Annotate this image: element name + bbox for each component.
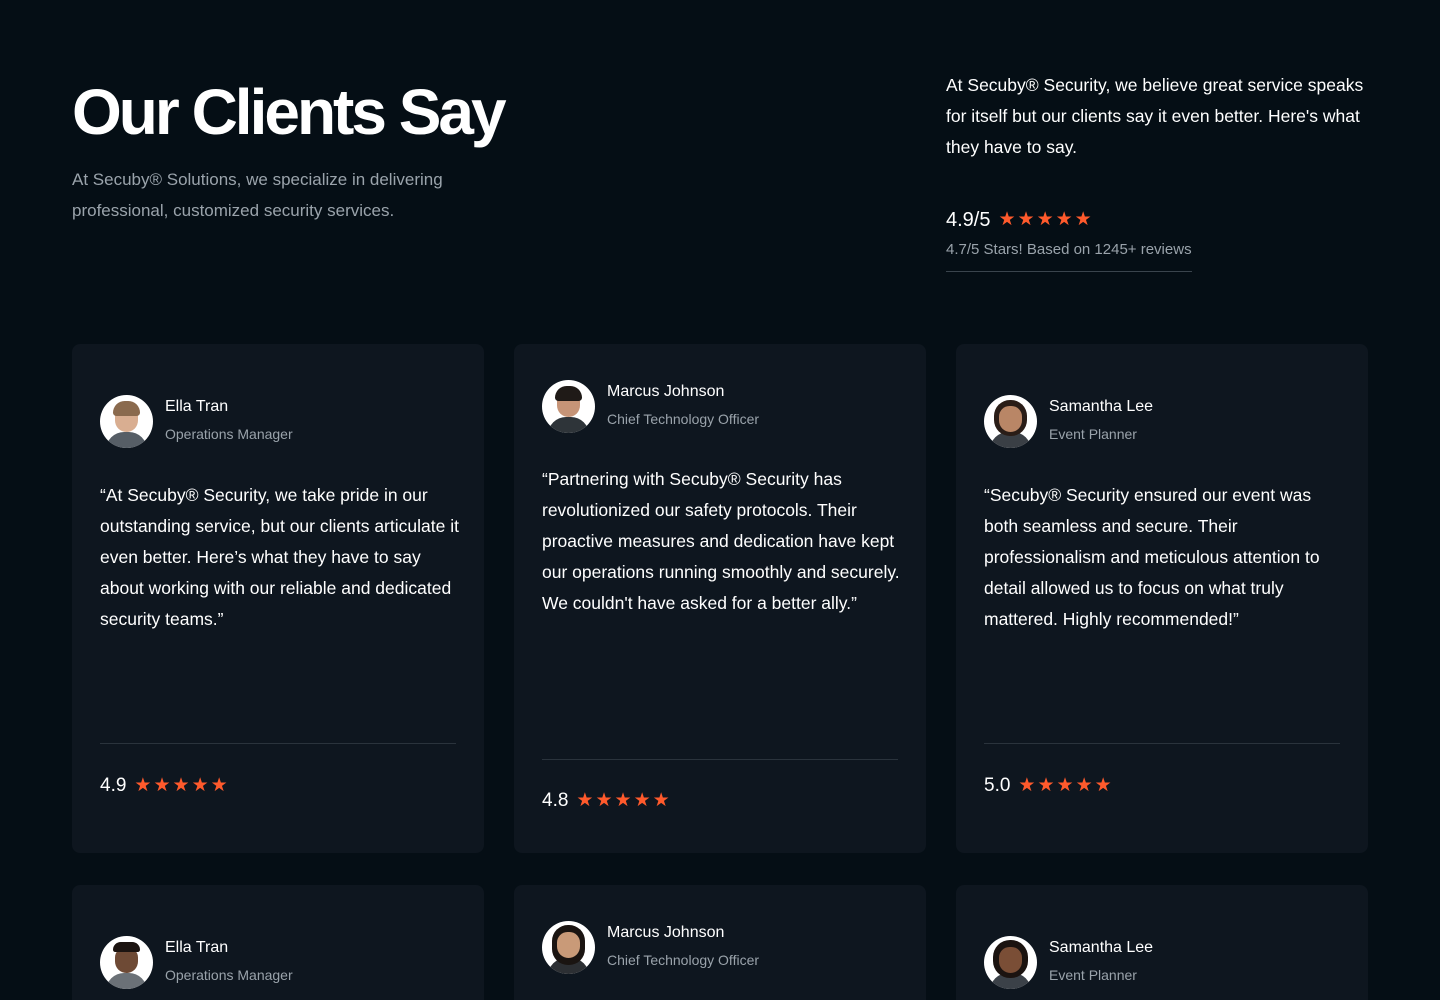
rating-score: 4.8 [542,790,569,811]
reviewer-name: Samantha Lee [1049,398,1154,415]
star-icon: ★ [153,775,171,796]
star-icon: ★ [1075,775,1093,796]
star-icon: ★ [595,790,613,811]
star-icon: ★ [1037,775,1055,796]
testimonial-card: Ella Tran Operations Manager “At Secuby®… [72,344,484,853]
reviewer-profile: Samantha Lee Event Planner [984,394,1153,448]
reviewer-name: Samantha Lee [1049,939,1154,956]
testimonial-card: Marcus Johnson Chief Technology Officer [514,885,926,1000]
reviewer-profile: Marcus Johnson Chief Technology Officer [542,379,759,433]
woman-portrait-icon [984,935,1037,989]
rating-score: 5.0 [984,775,1011,796]
reviewer-name: Ella Tran [165,939,229,956]
overall-rating: 4.9/5 ★ ★ ★ ★ ★ [946,205,1092,235]
testimonial-quote: “At Secuby® Security, we take pride in o… [100,485,459,629]
man-portrait-icon [100,394,153,448]
star-icon: ★ [633,790,651,811]
reviewer-profile: Ella Tran Operations Manager [100,394,293,448]
star-icon: ★ [1055,209,1073,230]
reviewer-name: Marcus Johnson [607,924,725,941]
card-rating: 4.8 ★ ★ ★ ★ ★ [542,787,670,815]
testimonial-quote: “Secuby® Security ensured our event was … [984,485,1320,629]
card-divider [984,743,1340,744]
star-icon: ★ [1074,209,1092,230]
card-divider [100,743,456,744]
section-subtitle: At Secuby® Solutions, we specialize in d… [72,170,443,220]
testimonial-card: Marcus Johnson Chief Technology Officer … [514,344,926,853]
star-icon: ★ [1036,209,1054,230]
woman-portrait-icon [984,394,1037,448]
star-icon: ★ [576,790,594,811]
testimonial-card: Samantha Lee Event Planner “Secuby® Secu… [956,344,1368,853]
reviewer-profile: Ella Tran Operations Manager [100,935,293,989]
overall-rating-score: 4.9/5 [946,209,991,231]
man-portrait-icon [542,379,595,433]
testimonial-quote: “Partnering with Secuby® Security has re… [542,469,900,613]
star-icon: ★ [172,775,190,796]
star-icon: ★ [1018,775,1036,796]
card-rating: 4.9 ★ ★ ★ ★ ★ [100,772,228,800]
woman-portrait-icon [542,920,595,974]
reviewer-name: Ella Tran [165,398,229,415]
star-icon: ★ [1056,775,1074,796]
star-icon: ★ [210,775,228,796]
testimonial-card: Ella Tran Operations Manager [72,885,484,1000]
star-icon: ★ [652,790,670,811]
reviewer-profile: Samantha Lee Event Planner [984,935,1153,989]
reviewer-profile: Marcus Johnson Chief Technology Officer [542,920,759,974]
card-rating: 5.0 ★ ★ ★ ★ ★ [984,772,1112,800]
card-divider [542,759,898,760]
reviewer-role: Operations Manager [165,967,293,983]
star-icon: ★ [1017,209,1035,230]
star-icon: ★ [614,790,632,811]
section-intro: At Secuby® Security, we believe great se… [946,75,1364,157]
reviewer-role: Operations Manager [165,426,293,442]
reviewer-role: Event Planner [1049,967,1137,983]
star-icon: ★ [1094,775,1112,796]
reviews-summary-link[interactable]: 4.7/5 Stars! Based on 1245+ reviews [946,238,1192,272]
rating-score: 4.9 [100,775,127,796]
reviewer-name: Marcus Johnson [607,383,725,400]
star-icon: ★ [134,775,152,796]
reviewer-role: Event Planner [1049,426,1137,442]
reviewer-role: Chief Technology Officer [607,411,760,427]
star-icon: ★ [998,209,1016,230]
reviewer-role: Chief Technology Officer [607,952,760,968]
section-title: Our Clients Say [72,76,507,148]
star-icon: ★ [191,775,209,796]
testimonial-card: Samantha Lee Event Planner [956,885,1368,1000]
man-portrait-icon [100,935,153,989]
overall-rating-stars: ★ ★ ★ ★ ★ [998,210,1091,230]
